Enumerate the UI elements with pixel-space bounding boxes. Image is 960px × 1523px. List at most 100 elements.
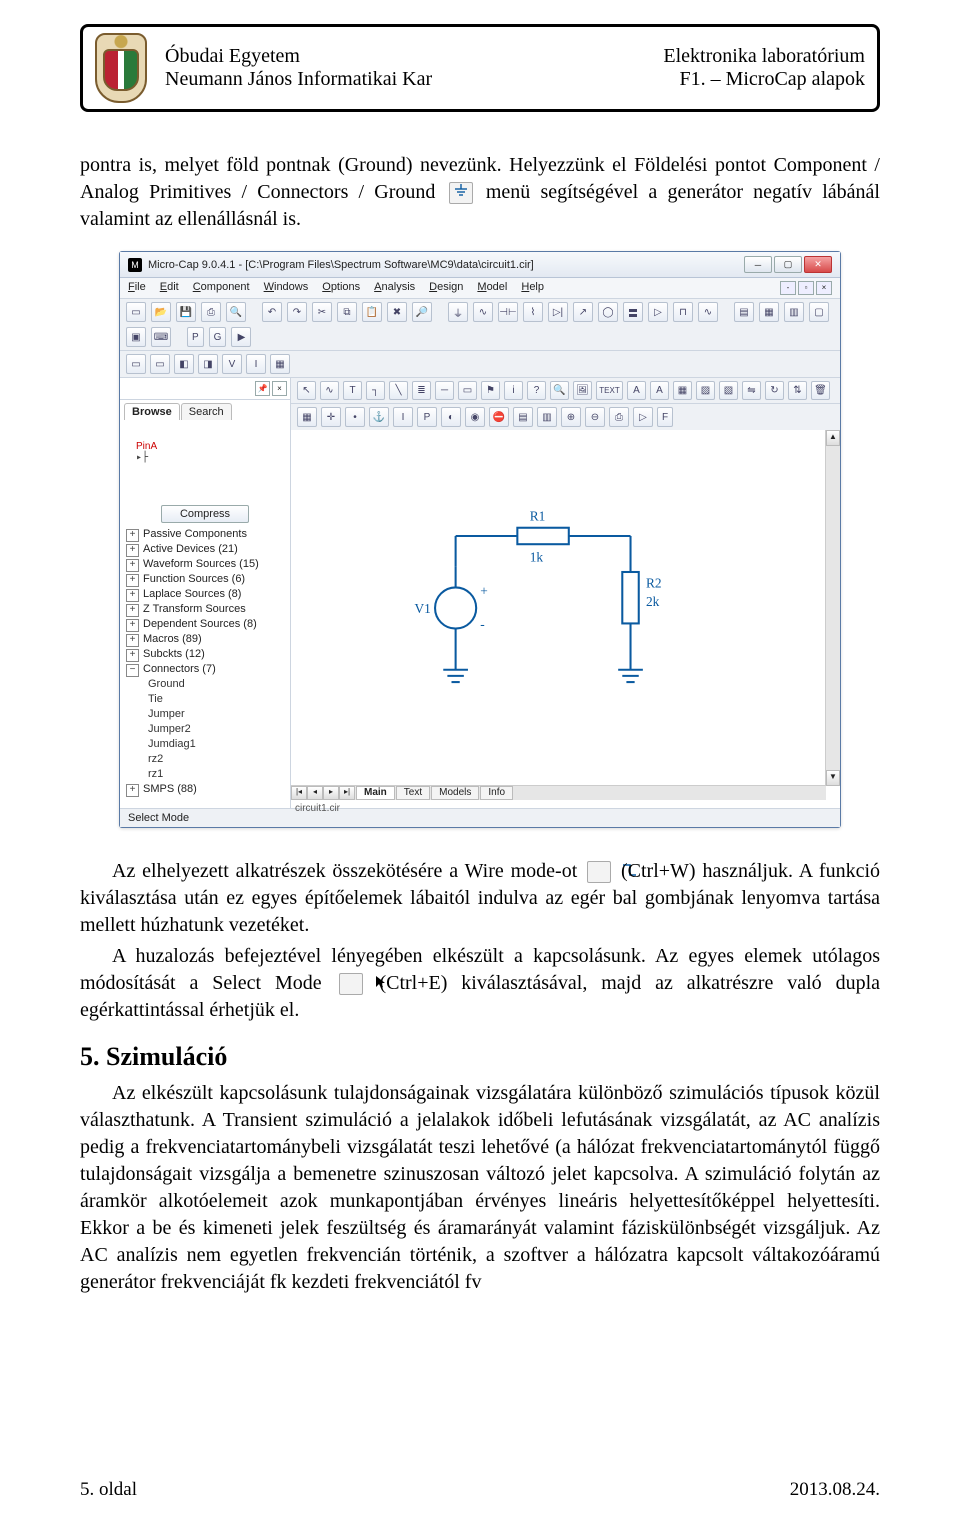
- save-icon[interactable]: 💾: [176, 302, 196, 322]
- menu-file[interactable]: File: [128, 281, 146, 295]
- current-icon[interactable]: I: [393, 407, 413, 427]
- bottom-tab-main[interactable]: Main: [356, 786, 395, 800]
- tree-leaf[interactable]: Jumper: [126, 707, 284, 722]
- close-button[interactable]: ✕: [804, 256, 832, 273]
- tab-browse[interactable]: Browse: [124, 403, 180, 420]
- expand-icon[interactable]: +: [126, 649, 139, 662]
- bottom-tab-info[interactable]: Info: [480, 786, 513, 800]
- source-tool-icon[interactable]: ◯: [598, 302, 618, 322]
- bus-mode-icon[interactable]: ≣: [412, 381, 431, 400]
- calc-icon[interactable]: ⌨: [151, 327, 171, 347]
- tree-label[interactable]: Passive Components: [143, 528, 247, 540]
- layer2-icon[interactable]: ▥: [537, 407, 557, 427]
- flag-mode-icon[interactable]: ⚑: [481, 381, 500, 400]
- g-button[interactable]: G: [209, 327, 227, 347]
- maximize-button[interactable]: ▢: [774, 256, 802, 273]
- win1-icon[interactable]: ▤: [734, 302, 754, 322]
- mode3-icon[interactable]: ◧: [174, 354, 194, 374]
- mirror-icon[interactable]: ⇋: [742, 381, 761, 400]
- menu-edit[interactable]: Edit: [160, 281, 179, 295]
- anchor-icon[interactable]: ⚓: [369, 407, 389, 427]
- canvas-toolbar[interactable]: ↖ ∿ T ┐ ╲ ≣ ─ ▭ ⚑ i ? 🔍 🖼 TEXT A A ▦ ▨ ▧…: [291, 378, 840, 404]
- expand-icon[interactable]: +: [126, 784, 139, 797]
- expand-icon[interactable]: +: [126, 559, 139, 572]
- tree-label[interactable]: Dependent Sources (8): [143, 618, 257, 630]
- resistor-tool-icon[interactable]: ∿: [473, 302, 493, 322]
- region3-icon[interactable]: ▧: [719, 381, 738, 400]
- zoom-out-icon[interactable]: ⊖: [585, 407, 605, 427]
- schematic-area[interactable]: V1 + - R1 1k: [291, 430, 826, 786]
- a2-icon[interactable]: A: [650, 381, 669, 400]
- pic-icon[interactable]: 🖼: [573, 381, 592, 400]
- delete-icon[interactable]: ✖: [387, 302, 407, 322]
- menu-options[interactable]: Options: [322, 281, 360, 295]
- comp-mode-icon[interactable]: ∿: [320, 381, 339, 400]
- sub-toolbar[interactable]: ▭ ▭ ◧ ◨ V I ▦: [120, 351, 840, 378]
- opamp-tool-icon[interactable]: ▷: [648, 302, 668, 322]
- panel-close-icon[interactable]: ×: [272, 381, 287, 396]
- redo-icon[interactable]: ↷: [287, 302, 307, 322]
- node-icon[interactable]: •: [345, 407, 365, 427]
- menu-analysis[interactable]: Analysis: [374, 281, 415, 295]
- tree-leaf[interactable]: rz2: [126, 752, 284, 767]
- expand-icon[interactable]: +: [126, 604, 139, 617]
- compress-button[interactable]: Compress: [161, 505, 249, 523]
- region2-icon[interactable]: ▨: [696, 381, 715, 400]
- led-icon[interactable]: ◉: [465, 407, 485, 427]
- undo-icon[interactable]: ↶: [262, 302, 282, 322]
- tree-label[interactable]: Waveform Sources (15): [143, 558, 259, 570]
- expand-icon[interactable]: +: [126, 589, 139, 602]
- del-icon[interactable]: 🗑: [811, 381, 830, 400]
- win5-icon[interactable]: ▣: [126, 327, 146, 347]
- tree-leaf[interactable]: Jumper2: [126, 722, 284, 737]
- panel-pin-icon[interactable]: 📌: [255, 381, 270, 396]
- menu-design[interactable]: Design: [429, 281, 463, 295]
- ind-tool-icon[interactable]: ⌇: [523, 302, 543, 322]
- pulse-tool-icon[interactable]: ⊓: [673, 302, 693, 322]
- canvas-toolbar-2[interactable]: ▦ ✛ • ⚓ I P ◐ ◉ ⛔ ▤ ▥ ⊕ ⊖ ⎙ ▷ F: [291, 404, 840, 431]
- mdi-restore-icon[interactable]: ▫: [798, 281, 814, 295]
- diode-tool-icon[interactable]: ▷|: [548, 302, 568, 322]
- tree-leaf[interactable]: Ground: [126, 677, 284, 692]
- menu-bar[interactable]: File Edit Component Windows Options Anal…: [120, 278, 840, 299]
- tab-next-icon[interactable]: ▸: [323, 786, 339, 800]
- probe-icon[interactable]: 🔍: [550, 381, 569, 400]
- line-mode-icon[interactable]: ─: [435, 381, 454, 400]
- mode5-icon[interactable]: V: [222, 354, 242, 374]
- scroll-down-icon[interactable]: ▼: [826, 770, 840, 786]
- mode2-icon[interactable]: ▭: [150, 354, 170, 374]
- run2-icon[interactable]: ▷: [633, 407, 653, 427]
- sine-tool-icon[interactable]: ∿: [698, 302, 718, 322]
- layer-icon[interactable]: ▤: [513, 407, 533, 427]
- tree-leaf[interactable]: Jumdiag1: [126, 737, 284, 752]
- tree-label[interactable]: SMPS (88): [143, 783, 197, 795]
- wire-mode-icon[interactable]: ┐: [366, 381, 385, 400]
- cond-icon[interactable]: ◐: [441, 407, 461, 427]
- a1-icon[interactable]: A: [627, 381, 646, 400]
- copy-icon[interactable]: ⧉: [337, 302, 357, 322]
- cut-icon[interactable]: ✂: [312, 302, 332, 322]
- ground-tool-icon[interactable]: ⏚: [448, 302, 468, 322]
- tree-leaf[interactable]: rz1: [126, 767, 284, 782]
- snap-icon[interactable]: ✛: [321, 407, 341, 427]
- stop-icon[interactable]: ⛔: [489, 407, 509, 427]
- expand-icon[interactable]: +: [126, 619, 139, 632]
- rect-mode-icon[interactable]: ▭: [458, 381, 477, 400]
- tree-label[interactable]: Function Sources (6): [143, 573, 245, 585]
- mode6-icon[interactable]: I: [246, 354, 266, 374]
- power-icon[interactable]: P: [417, 407, 437, 427]
- zoom-in-icon[interactable]: ⊕: [561, 407, 581, 427]
- preview-icon[interactable]: 🔍: [226, 302, 246, 322]
- schematic-canvas[interactable]: ↖ ∿ T ┐ ╲ ≣ ─ ▭ ⚑ i ? 🔍 🖼 TEXT A A ▦ ▨ ▧…: [291, 378, 840, 808]
- menu-windows[interactable]: Windows: [264, 281, 309, 295]
- grid-icon[interactable]: ▦: [297, 407, 317, 427]
- tab-prev-icon[interactable]: ◂: [307, 786, 323, 800]
- bottom-tabbar[interactable]: |◂ ◂ ▸ ▸| Main Text Models Info: [291, 785, 826, 800]
- flip-icon[interactable]: ⇅: [788, 381, 807, 400]
- npn-tool-icon[interactable]: ↗: [573, 302, 593, 322]
- menu-help[interactable]: Help: [521, 281, 544, 295]
- tree-label[interactable]: Subckts (12): [143, 648, 205, 660]
- expand-icon[interactable]: +: [126, 574, 139, 587]
- vertical-scrollbar[interactable]: ▲ ▼: [825, 430, 840, 786]
- expand-icon[interactable]: +: [126, 634, 139, 647]
